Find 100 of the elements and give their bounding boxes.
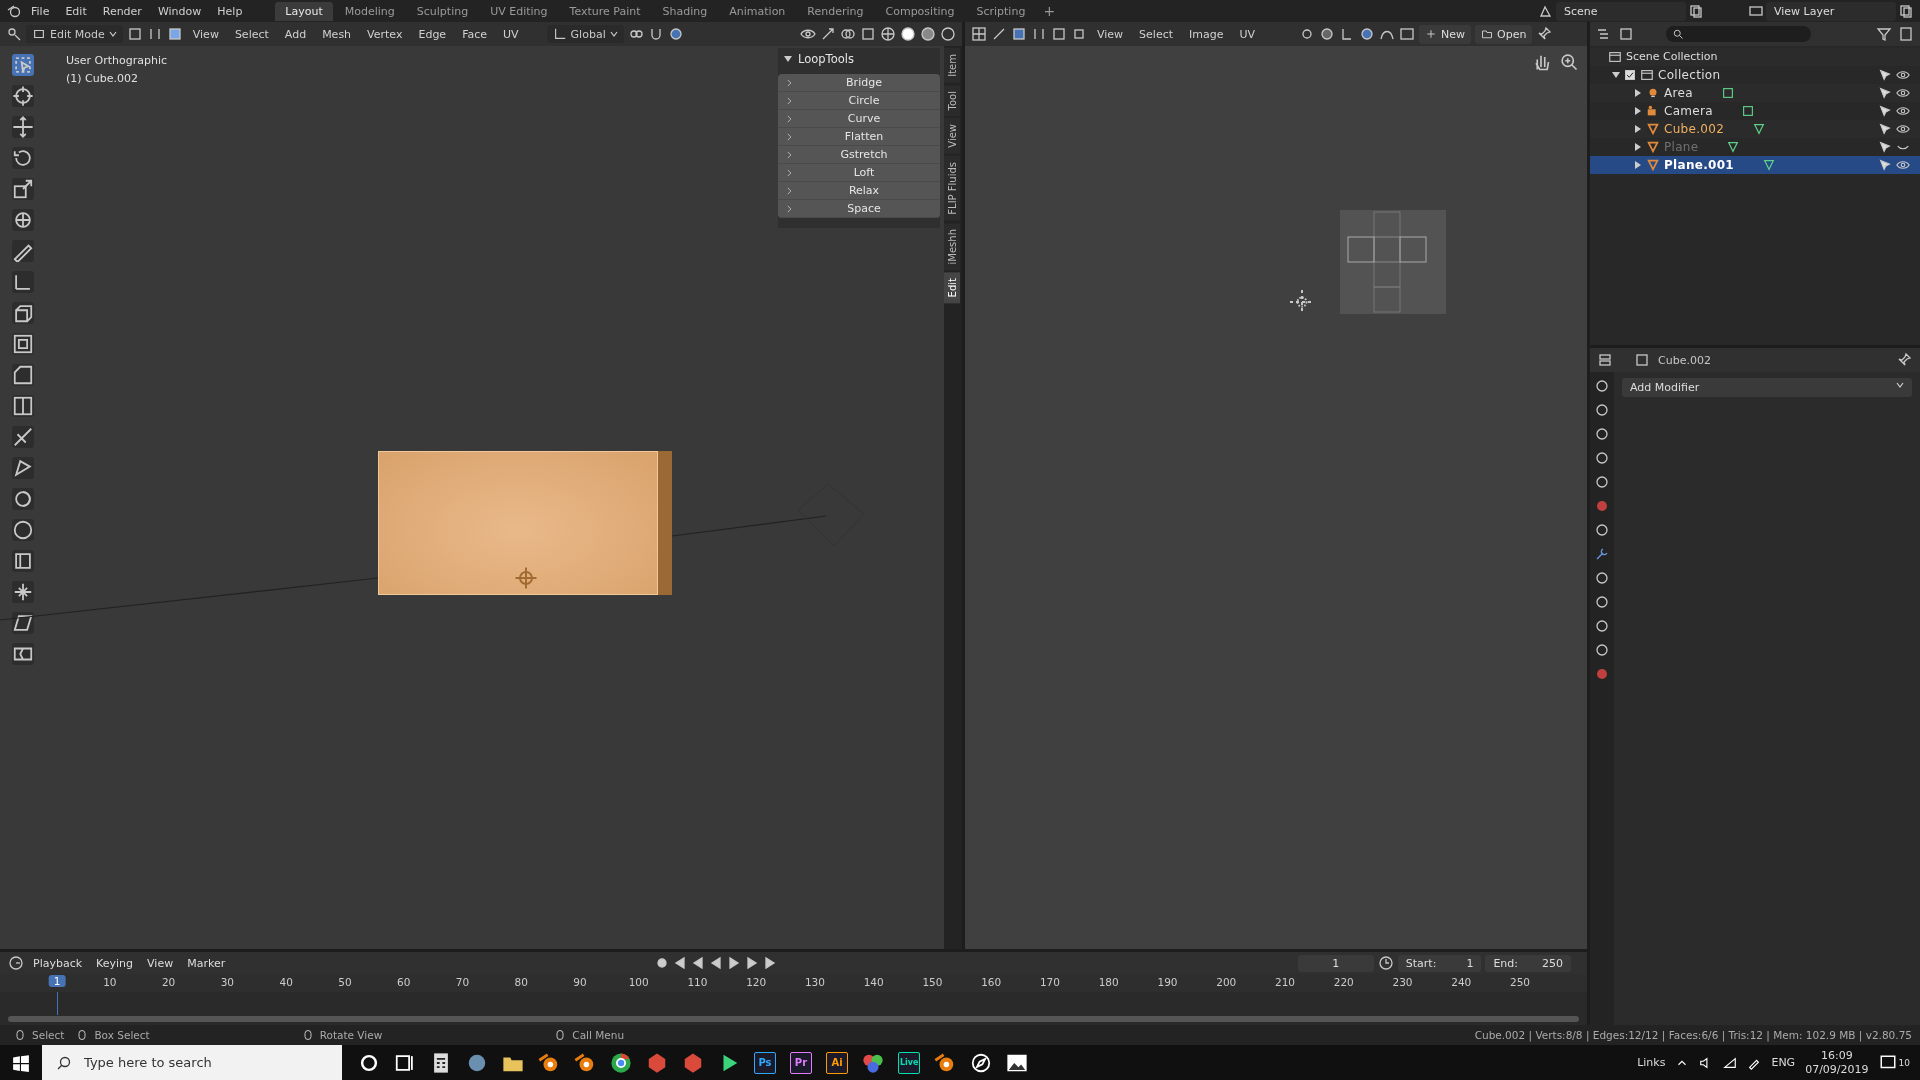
windows-logo-icon[interactable] [12, 1053, 30, 1072]
move-icon[interactable] [12, 116, 34, 138]
workspace-tab[interactable]: UV Editing [480, 1, 558, 21]
workspace-tab[interactable]: Layout [275, 1, 333, 21]
editor-type-icon[interactable] [6, 26, 22, 42]
scale-icon[interactable] [12, 178, 34, 200]
sidebar-tab[interactable]: iMeshh [944, 222, 960, 271]
menu-item[interactable]: File [24, 2, 57, 20]
disclosure-icon[interactable] [1612, 71, 1620, 79]
tree-item[interactable]: Scene Collection [1626, 49, 1718, 65]
menu-item[interactable]: Keying [91, 954, 139, 972]
workspace-tab[interactable]: Texture Paint [559, 1, 651, 21]
hexagon-app-icon[interactable] [682, 1051, 704, 1074]
spin-icon[interactable] [12, 488, 34, 510]
playhead[interactable]: 1 [48, 975, 66, 987]
select-arrow-icon[interactable] [1878, 122, 1892, 136]
sidebar-tab[interactable]: Tool [944, 84, 960, 117]
eye-icon[interactable] [1896, 122, 1910, 136]
clock[interactable]: 16:09 07/09/2019 [1805, 1048, 1869, 1077]
add-workspace-button[interactable]: + [1037, 3, 1062, 19]
tree-item[interactable]: Collection [1658, 67, 1721, 83]
bevel-icon[interactable] [12, 364, 34, 386]
menu-item[interactable]: View [142, 954, 179, 972]
solid-icon[interactable] [900, 26, 916, 42]
transform-icon[interactable] [12, 209, 34, 231]
menu-item[interactable]: Select [228, 25, 275, 43]
clock-icon[interactable] [1377, 955, 1394, 971]
app-icon[interactable]: Live [898, 1051, 921, 1074]
looptools-item[interactable]: Relax [778, 182, 940, 200]
app-icon[interactable]: Pr [790, 1051, 812, 1074]
layers-icon[interactable] [1748, 3, 1764, 19]
overlay-icon[interactable] [840, 26, 856, 42]
vertex-mode-icon[interactable] [126, 26, 143, 42]
sidebar-tab[interactable]: Item [944, 48, 960, 83]
menu-item[interactable]: Playback [28, 954, 88, 972]
select-arrow-icon[interactable] [1878, 68, 1892, 82]
face-mode-icon[interactable] [166, 26, 183, 42]
workspace-tab[interactable]: Animation [719, 1, 796, 21]
caret-icon[interactable] [1896, 381, 1904, 389]
menu-item[interactable]: Mesh [316, 25, 358, 43]
add-modifier-dropdown[interactable]: Add Modifier [1622, 378, 1912, 397]
checkbox-icon[interactable] [1624, 69, 1636, 81]
select-arrow-icon[interactable] [1878, 86, 1892, 100]
shrink-icon[interactable] [12, 581, 34, 603]
knife-icon[interactable] [12, 426, 34, 448]
select-arrow-icon[interactable] [1878, 140, 1892, 154]
copy-icon[interactable] [1898, 3, 1914, 19]
looptools-item[interactable]: Space [778, 200, 940, 218]
pin-icon[interactable] [1536, 26, 1553, 42]
sticky-icon[interactable] [1319, 26, 1336, 42]
menu-item[interactable]: Face [456, 25, 493, 43]
workspace-tab[interactable]: Scripting [966, 1, 1036, 21]
editor-type-icon[interactable] [8, 955, 24, 971]
rendered-icon[interactable] [940, 26, 956, 42]
wireframe-icon[interactable] [880, 26, 896, 42]
poly-build-icon[interactable] [12, 457, 34, 479]
scrollbar[interactable] [8, 1016, 1579, 1022]
blender-logo-icon[interactable] [538, 1051, 560, 1074]
compass-icon[interactable] [970, 1051, 993, 1074]
xray-icon[interactable] [860, 26, 876, 42]
workspace-tab[interactable]: Shading [652, 1, 718, 21]
menu-item[interactable]: Edit [58, 2, 94, 20]
menu-item[interactable]: Help [210, 2, 250, 20]
sidebar-tab[interactable]: Edit [944, 272, 960, 304]
pin-icon[interactable] [1896, 352, 1912, 368]
face-select-icon[interactable] [1051, 26, 1067, 42]
search-field[interactable] [1666, 26, 1811, 42]
blender-logo-icon[interactable] [6, 3, 22, 19]
looptools-item[interactable]: Gstretch [778, 146, 940, 164]
mode-dropdown[interactable]: Edit Mode [26, 25, 123, 43]
orientation-dropdown[interactable]: Global [546, 25, 624, 43]
select-box-icon[interactable] [12, 54, 34, 76]
copy-icon[interactable] [1688, 3, 1704, 19]
edge-select-icon[interactable] [1031, 26, 1047, 42]
menu-item[interactable]: View [1091, 25, 1130, 43]
edge-slide-icon[interactable] [12, 550, 34, 572]
menu-item[interactable]: Select [1133, 25, 1180, 43]
eye-icon[interactable] [1896, 86, 1910, 100]
menu-item[interactable]: Vertex [361, 25, 409, 43]
eye-icon[interactable] [1896, 68, 1910, 82]
expand-icon[interactable] [1634, 89, 1642, 97]
end-frame-field[interactable]: End: 250 [1485, 954, 1571, 972]
open-image-button[interactable]: Open [1475, 24, 1533, 44]
toolbar-link[interactable]: Links [1637, 1056, 1666, 1069]
modifier-wrench-icon[interactable] [1594, 546, 1610, 562]
caret-icon[interactable] [609, 30, 618, 38]
zoom-icon[interactable] [1559, 52, 1579, 72]
menu-item[interactable]: UV [497, 25, 525, 43]
proportional-icon[interactable] [667, 26, 684, 42]
inset-icon[interactable] [12, 333, 34, 355]
app-icon[interactable]: Ps [754, 1051, 776, 1074]
looptools-item[interactable]: Flatten [778, 128, 940, 146]
workspace-tab[interactable]: Modeling [334, 1, 405, 21]
looptools-item[interactable]: Circle [778, 92, 940, 110]
start-frame-field[interactable]: Start: 1 [1397, 954, 1482, 972]
gizmo-icon[interactable] [820, 26, 836, 42]
menu-item[interactable]: Image [1183, 25, 1230, 43]
outliner-row[interactable]: Plane.001 [1590, 156, 1920, 174]
menu-item[interactable]: Add [278, 25, 313, 43]
expand-icon[interactable] [1634, 143, 1642, 151]
